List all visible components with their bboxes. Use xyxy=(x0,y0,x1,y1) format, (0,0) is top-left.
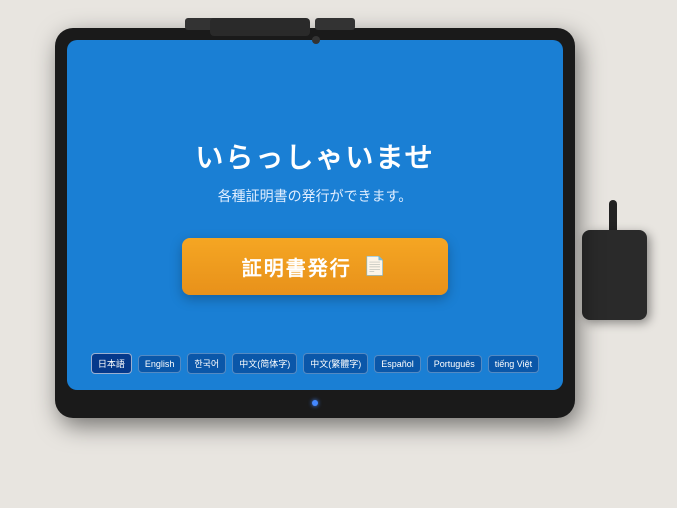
lang-korean[interactable]: 한국어 xyxy=(187,353,226,374)
kiosk-screen: いらっしゃいませ 各種証明書の発行ができます。 証明書発行 📄 日本語 Engl… xyxy=(67,40,563,390)
welcome-title: いらっしゃいませ xyxy=(195,136,434,176)
lang-chinese-simplified[interactable]: 中文(简体字) xyxy=(232,353,297,374)
document-icon: 📄 xyxy=(364,256,388,277)
lang-spanish[interactable]: Español xyxy=(374,355,421,373)
screen-bezel: いらっしゃいませ 各種証明書の発行ができます。 証明書発行 📄 日本語 Engl… xyxy=(67,40,563,390)
power-adapter xyxy=(567,200,647,320)
lang-japanese[interactable]: 日本語 xyxy=(91,353,132,374)
button-label: 証明書発行 xyxy=(242,252,352,281)
lang-chinese-traditional[interactable]: 中文(繁體字) xyxy=(303,353,368,374)
tablet-device: いらっしゃいませ 各種証明書の発行ができます。 証明書発行 📄 日本語 Engl… xyxy=(55,28,575,418)
lang-vietnamese[interactable]: tiếng Việt xyxy=(488,355,539,373)
scene: いらっしゃいませ 各種証明書の発行ができます。 証明書発行 📄 日本語 Engl… xyxy=(0,0,677,508)
power-led xyxy=(312,400,318,406)
lang-english[interactable]: English xyxy=(138,355,182,373)
stand-clip-right xyxy=(315,18,355,30)
certificate-issue-button[interactable]: 証明書発行 📄 xyxy=(182,238,448,295)
lang-portuguese[interactable]: Português xyxy=(427,355,482,373)
adapter-body xyxy=(582,230,647,320)
camera-dot xyxy=(312,36,320,44)
welcome-subtitle: 各種証明書の発行ができます。 xyxy=(218,186,413,206)
stand-clip-center xyxy=(210,18,310,36)
language-bar: 日本語 English 한국어 中文(简体字) 中文(繁體字) Español … xyxy=(67,353,563,374)
